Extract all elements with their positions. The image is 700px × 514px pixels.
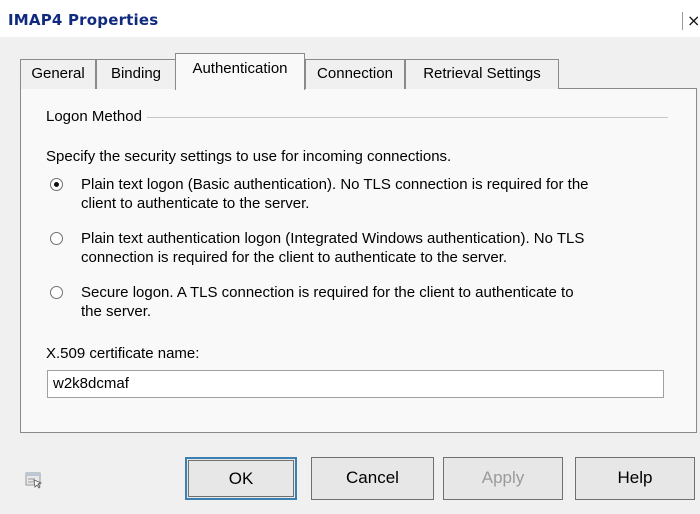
radio-integrated-auth[interactable] [50, 232, 63, 245]
radio-basic-auth[interactable] [50, 178, 63, 191]
close-button[interactable]: × [682, 12, 700, 30]
imap4-properties-dialog: IMAP4 Properties × General Binding Authe… [0, 0, 700, 514]
radio-secure-logon[interactable] [50, 286, 63, 299]
tab-connection[interactable]: Connection [305, 59, 405, 89]
window-title: IMAP4 Properties [8, 11, 159, 29]
radio-secure-logon-label: Secure logon. A TLS connection is requir… [81, 283, 681, 321]
certificate-name-label: X.509 certificate name: [46, 345, 200, 362]
apply-button[interactable]: Apply [443, 457, 563, 500]
cancel-button[interactable]: Cancel [311, 457, 434, 500]
certificate-name-field[interactable]: w2k8dcmaf [47, 370, 664, 398]
tab-retrieval-settings[interactable]: Retrieval Settings [405, 59, 559, 89]
radio-basic-auth-line2: client to authenticate to the server. [81, 195, 310, 212]
radio-secure-logon-line2: the server. [81, 303, 152, 320]
radio-integrated-auth-line2: connection is required for the client to… [81, 249, 508, 266]
radio-basic-auth-line1: Plain text logon (Basic authentication).… [81, 176, 589, 193]
radio-secure-logon-line1: Secure logon. A TLS connection is requir… [81, 284, 574, 301]
ok-button[interactable]: OK [185, 457, 297, 500]
tab-authentication[interactable]: Authentication [175, 53, 305, 90]
help-button[interactable]: Help [575, 457, 695, 500]
radio-basic-auth-label: Plain text logon (Basic authentication).… [81, 175, 681, 213]
tab-binding[interactable]: Binding [96, 59, 176, 89]
radio-integrated-auth-label: Plain text authentication logon (Integra… [81, 229, 681, 267]
context-help-icon[interactable] [25, 471, 43, 489]
logon-description: Specify the security settings to use for… [46, 148, 452, 165]
title-bar: IMAP4 Properties × [0, 0, 700, 37]
tab-general[interactable]: General [20, 59, 96, 89]
logon-method-group-title: Logon Method [46, 108, 147, 125]
radio-integrated-auth-line1: Plain text authentication logon (Integra… [81, 230, 585, 247]
